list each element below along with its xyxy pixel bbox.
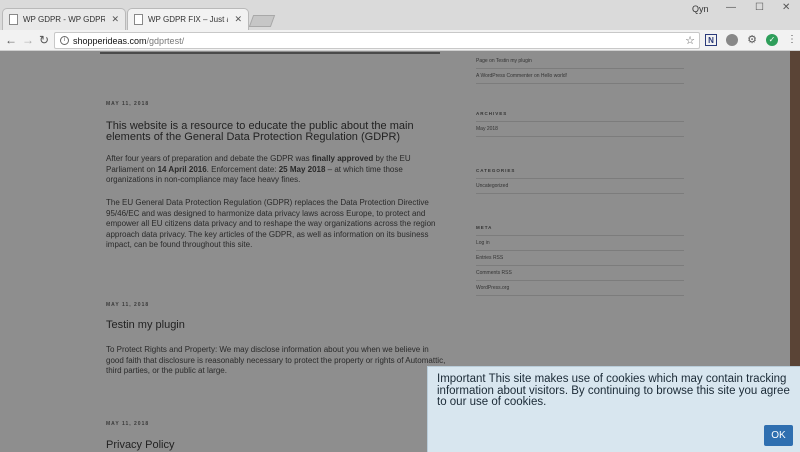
cookie-ok-button[interactable]: OK bbox=[764, 425, 793, 446]
meta-link[interactable]: Entries RSS bbox=[476, 251, 684, 266]
cookie-message: Important This site makes use of cookies… bbox=[437, 373, 790, 408]
recent-comment[interactable]: Page on Testin my plugin bbox=[476, 54, 684, 69]
maximize-icon[interactable]: ☐ bbox=[755, 2, 764, 13]
widget-heading: CATEGORIES bbox=[476, 168, 516, 173]
post-paragraph: To Protect Rights and Property: We may d… bbox=[106, 345, 446, 375]
page-icon bbox=[134, 14, 143, 25]
extension-green-icon[interactable]: ✓ bbox=[766, 34, 778, 46]
browser-toolbar: ← → ↻ i shopperideas.com/gdprtest/ ☆ N ⚙… bbox=[0, 30, 800, 51]
sidebar-recent-comments: Page on Testin my plugin A WordPress Com… bbox=[476, 54, 684, 84]
url-path: /gdprtest/ bbox=[146, 35, 185, 46]
url-host: shopperideas.com bbox=[73, 35, 147, 46]
page-icon bbox=[9, 14, 18, 25]
extension-n-icon[interactable]: N bbox=[705, 34, 717, 46]
cookie-banner: Important This site makes use of cookies… bbox=[427, 366, 800, 452]
sidebar-categories: CATEGORIES Uncategorized bbox=[476, 168, 684, 194]
menu-icon[interactable]: ⋮ bbox=[786, 34, 798, 46]
category-link[interactable]: Uncategorized bbox=[476, 179, 684, 194]
back-icon[interactable]: ← bbox=[5, 32, 17, 48]
widget-heading: ARCHIVES bbox=[476, 111, 508, 116]
forward-icon[interactable]: → bbox=[22, 32, 34, 48]
widget-heading: META bbox=[476, 225, 493, 230]
meta-link[interactable]: Comments RSS bbox=[476, 266, 684, 281]
extension-gear-icon[interactable]: ⚙ bbox=[746, 34, 758, 46]
extension-circle-icon[interactable] bbox=[726, 34, 738, 46]
meta-link[interactable]: Log in bbox=[476, 236, 684, 251]
sidebar-meta: META Log in Entries RSS Comments RSS Wor… bbox=[476, 225, 684, 296]
post-title[interactable]: This website is a resource to educate th… bbox=[106, 121, 446, 143]
meta-link[interactable]: WordPress.org bbox=[476, 281, 684, 296]
profile-label[interactable]: Qyn bbox=[692, 4, 709, 14]
post-title[interactable]: Privacy Policy bbox=[106, 440, 446, 451]
new-tab-button[interactable] bbox=[248, 15, 276, 27]
tab-title: WP GDPR FIX – Just anoth bbox=[148, 15, 228, 24]
tab-strip: WP GDPR - WP GDPR FIX ✕ WP GDPR FIX – Ju… bbox=[0, 0, 800, 30]
close-icon[interactable]: ✕ bbox=[234, 14, 242, 25]
close-icon[interactable]: ✕ bbox=[111, 14, 119, 25]
tab-wp-gdpr[interactable]: WP GDPR - WP GDPR FIX ✕ bbox=[2, 8, 126, 30]
sidebar-archives: ARCHIVES May 2018 bbox=[476, 111, 684, 137]
divider bbox=[100, 52, 440, 54]
post-title[interactable]: Testin my plugin bbox=[106, 320, 446, 331]
info-icon[interactable]: i bbox=[60, 36, 69, 45]
post-paragraph: The EU General Data Protection Regulatio… bbox=[106, 198, 436, 249]
recent-comment[interactable]: A WordPress Commenter on Hello world! bbox=[476, 69, 684, 84]
tab-title: WP GDPR - WP GDPR FIX bbox=[23, 15, 106, 24]
post-date: MAY 11, 2018 bbox=[106, 302, 150, 308]
tab-wp-gdpr-fix[interactable]: WP GDPR FIX – Just anoth ✕ bbox=[127, 8, 249, 30]
minimize-icon[interactable]: — bbox=[726, 2, 736, 13]
archive-link[interactable]: May 2018 bbox=[476, 122, 684, 137]
post-date: MAY 11, 2018 bbox=[106, 421, 150, 427]
close-window-icon[interactable]: ✕ bbox=[782, 2, 790, 13]
post-paragraph: After four years of preparation and deba… bbox=[106, 154, 411, 184]
post-date: MAY 11, 2018 bbox=[106, 101, 150, 107]
bookmark-star-icon[interactable]: ☆ bbox=[685, 34, 695, 47]
address-bar[interactable]: i shopperideas.com/gdprtest/ ☆ bbox=[54, 32, 700, 49]
reload-icon[interactable]: ↻ bbox=[39, 32, 49, 48]
